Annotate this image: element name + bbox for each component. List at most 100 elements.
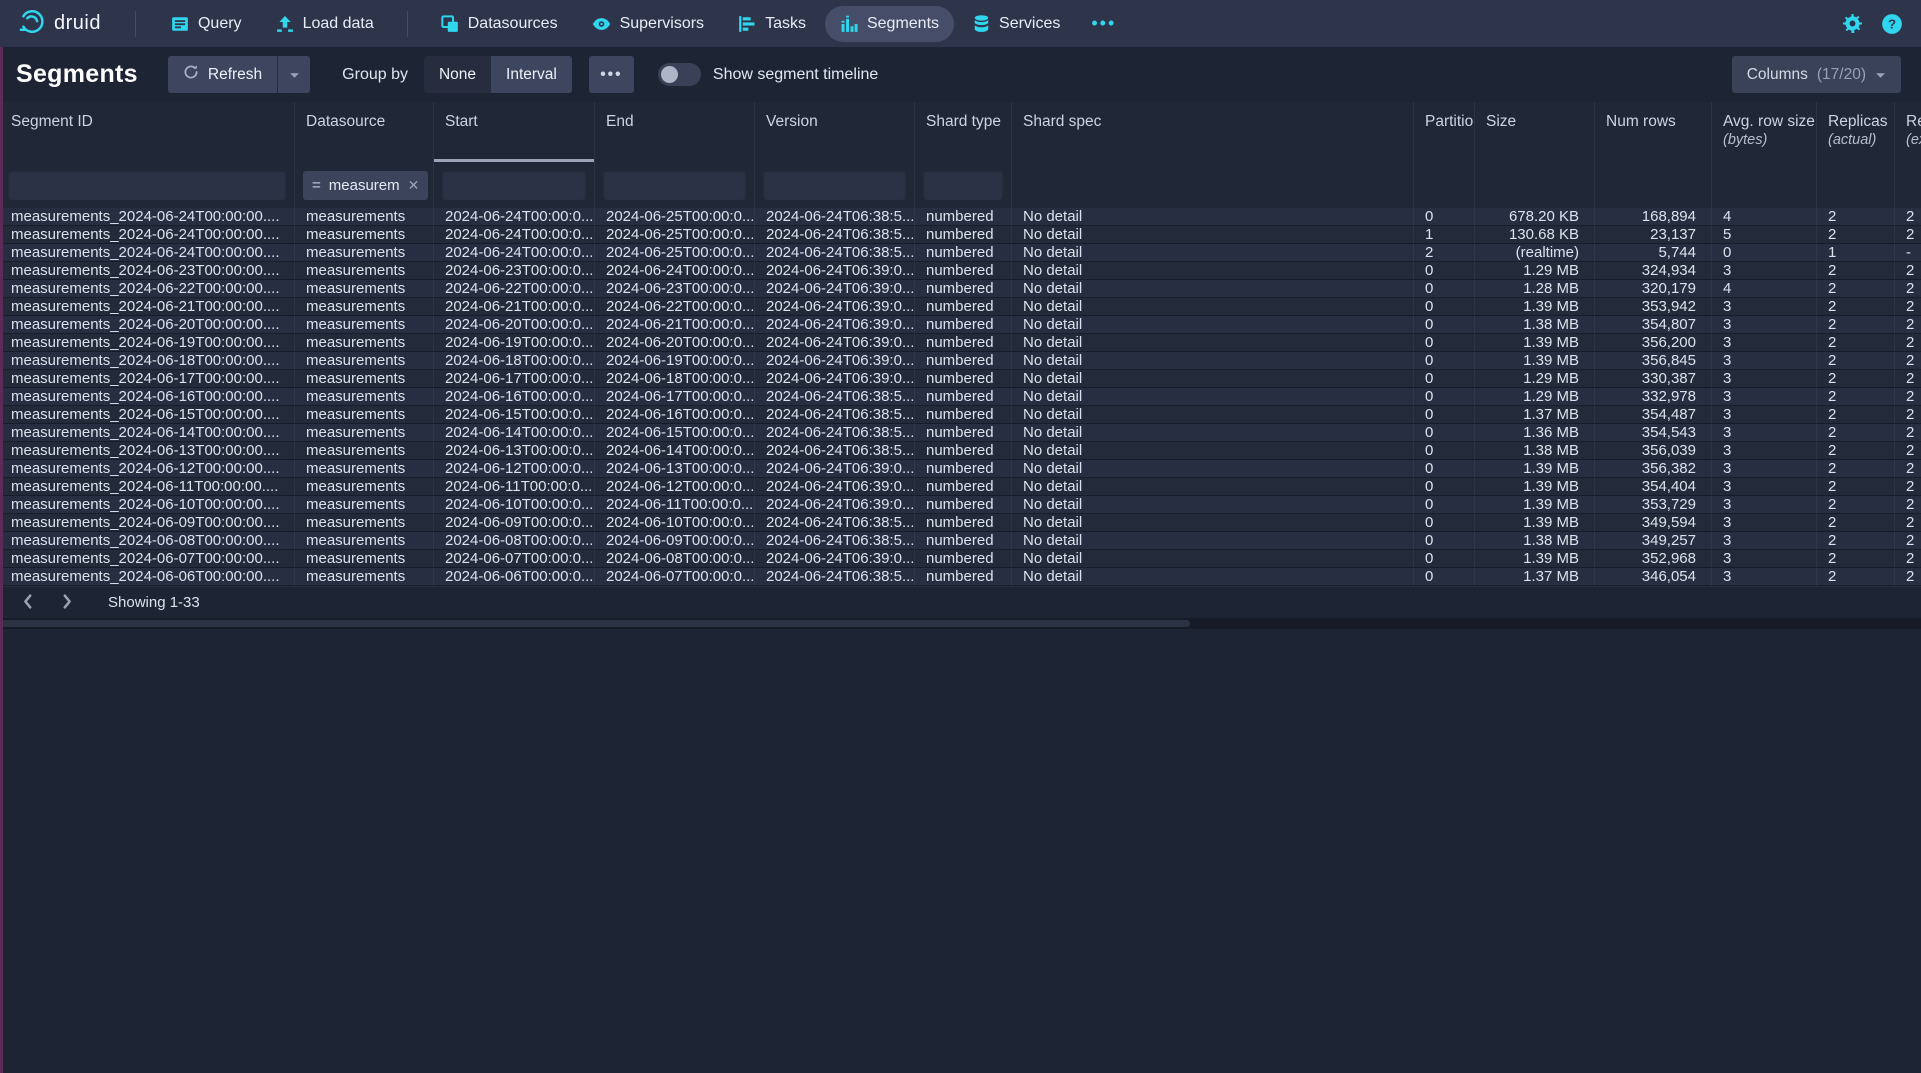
table-row[interactable]: measurements_2024-06-15T00:00:00....meas… (0, 406, 1921, 424)
close-icon[interactable]: ✕ (408, 177, 420, 194)
cell-partition: 0 (1414, 262, 1475, 280)
horizontal-scrollbar[interactable] (0, 618, 1921, 629)
help-icon[interactable]: ? (1881, 13, 1903, 35)
chevron-right-icon (62, 593, 73, 613)
equals-icon: = (312, 177, 321, 194)
nav-item-datasources[interactable]: Datasources (426, 6, 573, 42)
cell-shard_spec: No detail (1012, 298, 1414, 316)
column-header-num_rows[interactable]: Num rows (1595, 102, 1712, 162)
cell-version: 2024-06-24T06:39:0... (755, 262, 915, 280)
cell-partition: 0 (1414, 532, 1475, 550)
filter-input-start[interactable] (442, 170, 586, 200)
datasource-filter-chip[interactable]: =measurem✕ (303, 171, 428, 200)
cell-partition: 0 (1414, 442, 1475, 460)
cell-datasource: measurements (295, 406, 434, 424)
filter-cell-version (755, 162, 915, 208)
cell-datasource: measurements (295, 226, 434, 244)
show-timeline-toggle[interactable] (658, 63, 701, 86)
table-row[interactable]: measurements_2024-06-20T00:00:00....meas… (0, 316, 1921, 334)
refresh-split-button: Refresh (168, 56, 310, 93)
cell-num_rows: 346,054 (1595, 568, 1712, 586)
nav-item-query[interactable]: Query (156, 6, 257, 42)
column-header-shard_spec[interactable]: Shard spec (1012, 102, 1414, 162)
filter-input-end[interactable] (603, 170, 746, 200)
table-row[interactable]: measurements_2024-06-08T00:00:00....meas… (0, 532, 1921, 550)
column-header-size[interactable]: Size (1475, 102, 1595, 162)
services-icon (973, 15, 990, 33)
table-row[interactable]: measurements_2024-06-24T00:00:00....meas… (0, 244, 1921, 262)
table-row[interactable]: measurements_2024-06-16T00:00:00....meas… (0, 388, 1921, 406)
table-row[interactable]: measurements_2024-06-19T00:00:00....meas… (0, 334, 1921, 352)
cell-segment_id: measurements_2024-06-24T00:00:00.... (0, 208, 295, 226)
table-row[interactable]: measurements_2024-06-11T00:00:00....meas… (0, 478, 1921, 496)
filter-input-shard_type[interactable] (923, 170, 1003, 200)
nav-item-segments[interactable]: Segments (825, 6, 954, 42)
nav-item-load-data[interactable]: Load data (261, 6, 389, 42)
group-by-more-button[interactable]: ••• (589, 56, 634, 93)
group-by-none-button[interactable]: None (424, 56, 491, 93)
cell-num_rows: 356,039 (1595, 442, 1712, 460)
gear-icon[interactable] (1842, 13, 1863, 34)
prev-page-button[interactable] (10, 590, 44, 616)
column-header-start[interactable]: Start (434, 102, 595, 162)
columns-button[interactable]: Columns (17/20) (1732, 56, 1901, 93)
cell-segment_id: measurements_2024-06-22T00:00:00.... (0, 280, 295, 298)
cell-shard_spec: No detail (1012, 442, 1414, 460)
scrollbar-thumb[interactable] (0, 620, 1190, 627)
chevron-down-icon (1875, 66, 1886, 84)
column-header-avg_row_size[interactable]: Avg. row size(bytes) (1712, 102, 1817, 162)
cell-partition: 0 (1414, 406, 1475, 424)
table-row[interactable]: measurements_2024-06-07T00:00:00....meas… (0, 550, 1921, 568)
table-row[interactable]: measurements_2024-06-24T00:00:00....meas… (0, 226, 1921, 244)
table-row[interactable]: measurements_2024-06-24T00:00:00....meas… (0, 208, 1921, 226)
cell-shard_type: numbered (915, 406, 1012, 424)
tasks-icon (738, 15, 756, 33)
table-row[interactable]: measurements_2024-06-09T00:00:00....meas… (0, 514, 1921, 532)
app-logo[interactable]: druid (18, 8, 101, 40)
cell-replicas: 2 (1817, 550, 1895, 568)
column-header-shard_type[interactable]: Shard type (915, 102, 1012, 162)
group-by-interval-button[interactable]: Interval (491, 56, 572, 93)
column-header-end[interactable]: End (595, 102, 755, 162)
cell-version: 2024-06-24T06:38:5... (755, 208, 915, 226)
datasources-icon (441, 15, 459, 33)
table-row[interactable]: measurements_2024-06-21T00:00:00....meas… (0, 298, 1921, 316)
cell-version: 2024-06-24T06:38:5... (755, 226, 915, 244)
refresh-button[interactable]: Refresh (168, 56, 277, 93)
table-row[interactable]: measurements_2024-06-17T00:00:00....meas… (0, 370, 1921, 388)
cell-segment_id: measurements_2024-06-18T00:00:00.... (0, 352, 295, 370)
refresh-menu-button[interactable] (277, 56, 310, 93)
table-row[interactable]: measurements_2024-06-14T00:00:00....meas… (0, 424, 1921, 442)
cell-datasource: measurements (295, 496, 434, 514)
table-row[interactable]: measurements_2024-06-10T00:00:00....meas… (0, 496, 1921, 514)
cell-size: 1.39 MB (1475, 496, 1595, 514)
filter-input-segment_id[interactable] (8, 170, 286, 200)
filter-cell-replicas (1817, 162, 1895, 208)
nav-item-services[interactable]: Services (958, 6, 1075, 42)
column-header-replication_factor[interactable]: Replication factor(expected) (1895, 102, 1921, 162)
cell-end: 2024-06-10T00:00:0... (595, 514, 755, 532)
cell-end: 2024-06-12T00:00:0... (595, 478, 755, 496)
cell-partition: 0 (1414, 388, 1475, 406)
column-header-datasource[interactable]: Datasource (295, 102, 434, 162)
nav-more-button[interactable]: ••• (1081, 7, 1126, 40)
refresh-icon (183, 64, 199, 85)
cell-end: 2024-06-25T00:00:0... (595, 226, 755, 244)
column-header-partition[interactable]: Partition (1414, 102, 1475, 162)
table-row[interactable]: measurements_2024-06-13T00:00:00....meas… (0, 442, 1921, 460)
next-page-button[interactable] (50, 590, 84, 616)
nav-item-supervisors[interactable]: Supervisors (577, 6, 719, 42)
table-row[interactable]: measurements_2024-06-18T00:00:00....meas… (0, 352, 1921, 370)
nav-item-tasks[interactable]: Tasks (723, 6, 821, 42)
column-header-version[interactable]: Version (755, 102, 915, 162)
table-row[interactable]: measurements_2024-06-22T00:00:00....meas… (0, 280, 1921, 298)
cell-replicas: 1 (1817, 244, 1895, 262)
column-header-replicas[interactable]: Replicas(actual) (1817, 102, 1895, 162)
cell-replication_factor: 2 (1895, 298, 1921, 316)
column-header-segment_id[interactable]: Segment ID (0, 102, 295, 162)
cell-partition: 0 (1414, 298, 1475, 316)
filter-input-version[interactable] (763, 170, 906, 200)
table-row[interactable]: measurements_2024-06-06T00:00:00....meas… (0, 568, 1921, 586)
table-row[interactable]: measurements_2024-06-23T00:00:00....meas… (0, 262, 1921, 280)
table-row[interactable]: measurements_2024-06-12T00:00:00....meas… (0, 460, 1921, 478)
